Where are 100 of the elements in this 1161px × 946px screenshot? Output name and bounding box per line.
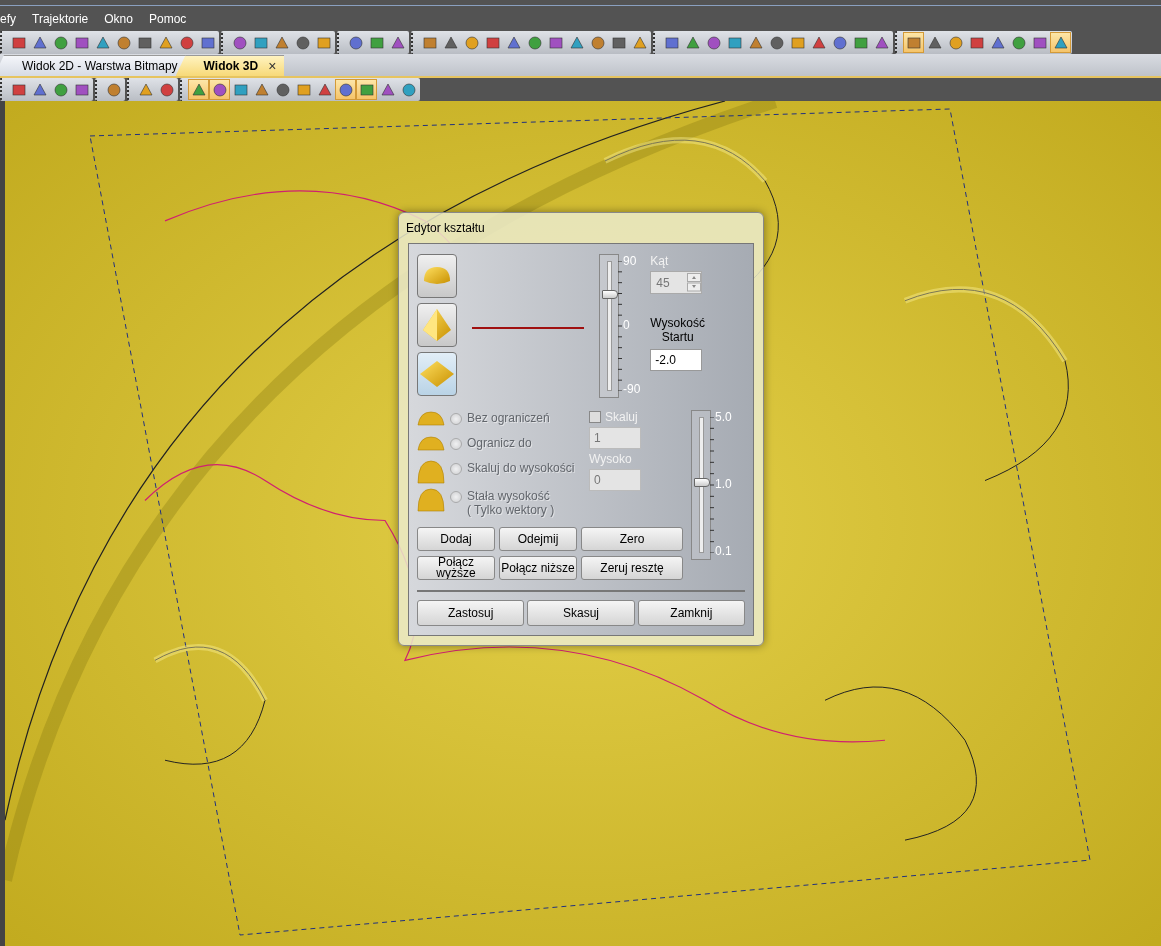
- tool-icon: [831, 34, 848, 51]
- diamond-icon: [419, 360, 455, 388]
- menu-item[interactable]: Pomoc: [140, 11, 195, 26]
- tool-icon: [1031, 34, 1048, 51]
- toolbar-button[interactable]: [188, 79, 209, 100]
- tool-icon: [52, 34, 69, 51]
- tool-icon: [94, 34, 111, 51]
- tool-icon: [705, 34, 722, 51]
- tool-icon: [684, 34, 701, 51]
- slider-track[interactable]: [691, 410, 711, 560]
- slider-label: 5.0: [715, 410, 732, 424]
- slider-thumb[interactable]: [694, 478, 710, 488]
- half-dome-icon: [417, 435, 445, 451]
- tool-icon: [158, 81, 175, 98]
- tool-icon: [73, 34, 90, 51]
- tool-icon: [190, 81, 207, 98]
- tool-icon: [273, 34, 290, 51]
- tool-icon: [1010, 34, 1027, 51]
- toolbar-button[interactable]: [356, 79, 377, 100]
- tool-icon: [379, 81, 396, 98]
- action-button[interactable]: Odejmij: [499, 527, 577, 551]
- tool-icon: [253, 81, 270, 98]
- tool-icon: [199, 34, 216, 51]
- shape-button[interactable]: [417, 352, 457, 396]
- tab-label: Widok 3D: [203, 59, 259, 73]
- tool-icon: [663, 34, 680, 51]
- tool-icon: [610, 34, 627, 51]
- toolbar-button[interactable]: [1050, 32, 1071, 53]
- tool-icon: [52, 81, 69, 98]
- shape-button[interactable]: [417, 303, 457, 347]
- dialog-button[interactable]: Skasuj: [527, 600, 635, 626]
- tool-icon: [1052, 34, 1069, 51]
- tool-icon: [484, 34, 501, 51]
- slider-thumb[interactable]: [602, 289, 618, 299]
- action-button[interactable]: Zeruj resztę: [581, 556, 683, 580]
- height-label: Wysoko: [589, 452, 633, 466]
- tool-icon: [463, 34, 480, 51]
- dialog-button[interactable]: Zastosuj: [417, 600, 525, 626]
- tool-icon: [10, 81, 27, 98]
- dialog-button[interactable]: Zamknij: [637, 600, 745, 626]
- slider-label: 0: [623, 318, 631, 332]
- tool-icon: [252, 34, 269, 51]
- spin-arrows-icon[interactable]: [687, 273, 702, 292]
- tool-icon: [178, 34, 195, 51]
- tool-icon: [316, 81, 333, 98]
- tool-icon: [789, 34, 806, 51]
- tool-icon: [232, 81, 249, 98]
- tab-label: Widok 2D - Warstwa Bitmapy: [22, 59, 178, 73]
- tool-icon: [337, 81, 354, 98]
- menu-item[interactable]: Trajektorie: [24, 11, 97, 26]
- action-button[interactable]: Połącz wyższe: [417, 556, 495, 580]
- action-button[interactable]: Zero: [581, 527, 683, 551]
- half-dome-icon: [417, 460, 445, 484]
- menu-item[interactable]: Okno: [96, 11, 141, 26]
- toolbar-button[interactable]: [903, 32, 924, 53]
- tool-icon: [400, 81, 417, 98]
- tool-icon: [315, 34, 332, 51]
- tab[interactable]: Widok 2D - Warstwa Bitmapy: [0, 55, 186, 76]
- start-height-field[interactable]: -2.0: [650, 349, 703, 371]
- tool-icon: [347, 34, 364, 51]
- pyramid-icon: [422, 308, 452, 342]
- tool-icon: [631, 34, 648, 51]
- tool-icon: [726, 34, 743, 51]
- tool-icon: [115, 34, 132, 51]
- tool-icon: [526, 34, 543, 51]
- slider-label: 90: [623, 254, 638, 268]
- tool-icon: [568, 34, 585, 51]
- tool-icon: [442, 34, 459, 51]
- tool-icon: [989, 34, 1006, 51]
- tool-icon: [905, 34, 922, 51]
- half-dome-icon: [417, 410, 445, 426]
- tool-icon: [295, 81, 312, 98]
- tool-icon: [926, 34, 943, 51]
- toolbar-button[interactable]: [209, 79, 230, 100]
- tool-icon: [421, 34, 438, 51]
- tool-icon: [810, 34, 827, 51]
- radio-label: Skaluj do wysokości: [467, 461, 575, 475]
- tool-icon: [947, 34, 964, 51]
- tool-icon: [157, 34, 174, 51]
- slider-track[interactable]: [599, 254, 619, 398]
- tool-icon: [31, 81, 48, 98]
- tool-icon: [852, 34, 869, 51]
- radio-label: Stała wysokość ( Tylko wektory ): [467, 489, 555, 517]
- tool-icon: [73, 81, 90, 98]
- slider-label: 0.1: [715, 544, 732, 558]
- action-button[interactable]: Dodaj: [417, 527, 495, 551]
- radio-label: Ogranicz do: [467, 436, 532, 450]
- tool-icon: [547, 34, 564, 51]
- tool-icon: [368, 34, 385, 51]
- slider-label: 1.0: [715, 477, 732, 491]
- menu-item[interactable]: efy: [0, 11, 24, 26]
- tool-icon: [589, 34, 606, 51]
- dialog-title: Edytor kształtu: [405, 220, 486, 237]
- tool-icon: [137, 81, 154, 98]
- toolbar-button[interactable]: [335, 79, 356, 100]
- tool-icon: [136, 34, 153, 51]
- shape-button[interactable]: [417, 254, 457, 298]
- action-button[interactable]: Połącz niższe: [499, 556, 577, 580]
- close-icon[interactable]: ×: [268, 58, 277, 74]
- dome-icon: [422, 265, 452, 287]
